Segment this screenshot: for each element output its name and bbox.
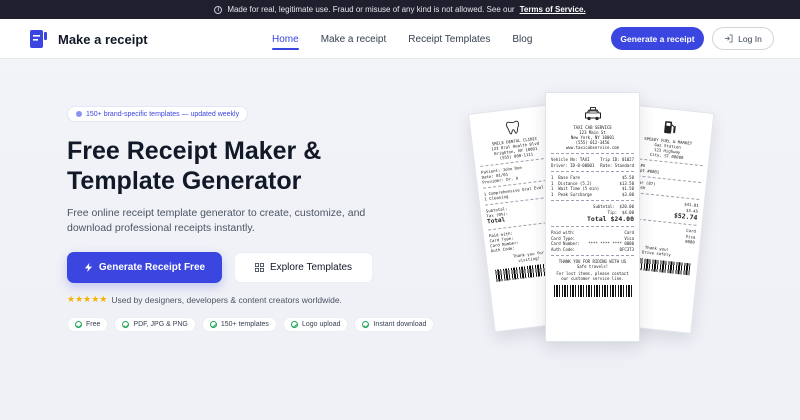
receipt-item-row: 1 Peak Surcharge $3.00 xyxy=(546,192,639,198)
receipt-total-row: Total $24.00 xyxy=(546,215,639,223)
feature-label: Instant download xyxy=(373,321,427,328)
rating-text: Used by designers, developers & content … xyxy=(111,294,342,305)
check-icon xyxy=(362,321,370,328)
check-icon xyxy=(75,321,82,328)
receipt-amount: 0000 xyxy=(684,238,696,245)
generate-receipt-free-label: Generate Receipt Free xyxy=(98,262,206,273)
explore-templates-button[interactable]: Explore Templates xyxy=(234,252,373,283)
login-label: Log In xyxy=(738,33,762,44)
top-notice-banner: i Made for real, legitimate use. Fraud o… xyxy=(0,0,800,19)
receipt-row: Driver: ID-0-00001 Rate: Standard xyxy=(546,163,639,169)
tip-label: Tip: xyxy=(607,209,618,215)
main-nav: Home Make a receipt Receipt Templates Bl… xyxy=(272,19,532,59)
feature-chip: 150+ templates xyxy=(201,317,277,332)
feature-label: 150+ templates xyxy=(220,321,269,328)
item-qty: 1 xyxy=(551,191,554,197)
item-desc: Distance (5.2) xyxy=(558,180,592,186)
rating: ★★★★★ Used by designers, developers & co… xyxy=(67,294,342,305)
item-desc: Wait Time (5 min) xyxy=(558,186,600,191)
total-value: $24.00 xyxy=(610,215,634,223)
badge-text: 150+ brand-specific templates — updated … xyxy=(86,110,240,118)
generate-receipt-header-button[interactable]: Generate a receipt xyxy=(611,27,704,50)
nav-home[interactable]: Home xyxy=(272,19,299,59)
receipt-logo-icon xyxy=(30,30,47,48)
receipt-line: our customer service line. xyxy=(561,276,624,281)
feature-chip: Free xyxy=(67,317,109,332)
nav-blog[interactable]: Blog xyxy=(512,19,532,59)
nav-make-a-receipt[interactable]: Make a receipt xyxy=(321,19,387,59)
item-qty: 1 xyxy=(551,180,554,186)
feature-label: PDF, JPG & PNG xyxy=(133,321,188,328)
site-header: Make a receipt Home Make a receipt Recei… xyxy=(0,19,800,59)
tip-value: $4.00 xyxy=(621,209,634,215)
item-desc: Base Fare xyxy=(558,175,580,180)
receipt-divider xyxy=(551,226,634,227)
feature-chip: Instant download xyxy=(354,317,435,332)
tooth-icon xyxy=(506,120,519,135)
feature-list: Free PDF, JPG & PNG 150+ templates Logo … xyxy=(67,317,435,332)
receipt-line: Safe travels! xyxy=(576,264,609,269)
nav-receipt-templates[interactable]: Receipt Templates xyxy=(408,19,490,59)
receipt-meta: Rate: Standard xyxy=(600,162,634,168)
page-subtitle: Free online receipt template generator t… xyxy=(67,207,366,234)
grid-icon xyxy=(254,263,264,272)
info-icon: i xyxy=(214,5,223,14)
receipt-line: www.taxicabservice.com xyxy=(566,145,619,150)
check-icon xyxy=(209,321,217,328)
generate-receipt-free-button[interactable]: Generate Receipt Free xyxy=(67,252,222,283)
subtotal-label: Subtotal: xyxy=(593,204,615,209)
fuel-pump-icon xyxy=(664,121,676,134)
explore-templates-label: Explore Templates xyxy=(269,262,353,273)
total-label: Total xyxy=(587,215,607,223)
brand-logo[interactable]: Make a receipt xyxy=(28,29,148,49)
item-qty: 1 xyxy=(551,175,554,180)
brand-name: Make a receipt xyxy=(58,31,148,47)
subtotal-value: $20.00 xyxy=(619,204,634,209)
login-button[interactable]: Log In xyxy=(712,27,774,50)
item-desc: Peak Surcharge xyxy=(558,191,592,197)
feature-label: Free xyxy=(86,321,101,328)
payment-value: 0FC3T3 xyxy=(619,246,634,252)
feature-label: Logo upload xyxy=(301,321,341,328)
lightning-icon xyxy=(84,263,93,272)
badge-dot-icon xyxy=(76,111,82,117)
receipt-preview-taxi: TAXI CAB SERVICE 123 Main St New York, N… xyxy=(545,92,640,342)
barcode xyxy=(553,285,632,297)
feature-chip: Logo upload xyxy=(282,317,349,332)
receipt-meta: Driver: ID-0-00001 xyxy=(551,162,595,168)
receipt-divider xyxy=(551,153,634,154)
star-rating-icons: ★★★★★ xyxy=(67,294,108,304)
item-qty: 1 xyxy=(551,186,554,191)
banner-text: Made for real, legitimate use. Fraud or … xyxy=(227,5,515,14)
receipt-divider xyxy=(551,255,634,256)
terms-of-service-link[interactable]: Terms of Service. xyxy=(520,5,586,14)
receipt-total: $52.74 xyxy=(673,211,698,222)
taxi-icon xyxy=(584,107,601,121)
page-title: Free Receipt Maker & Template Generator xyxy=(67,137,322,195)
check-icon xyxy=(122,321,130,328)
feature-chip: PDF, JPG & PNG xyxy=(114,317,196,332)
item-amount: $3.00 xyxy=(621,191,634,197)
payment-label: Auth Code: xyxy=(551,246,576,252)
receipt-divider xyxy=(551,200,634,201)
receipt-row: Auth Code: 0FC3T3 xyxy=(546,247,639,253)
templates-badge: 150+ brand-specific templates — updated … xyxy=(67,106,249,122)
login-icon xyxy=(725,34,733,43)
receipt-divider xyxy=(551,171,634,172)
check-icon xyxy=(290,321,298,328)
